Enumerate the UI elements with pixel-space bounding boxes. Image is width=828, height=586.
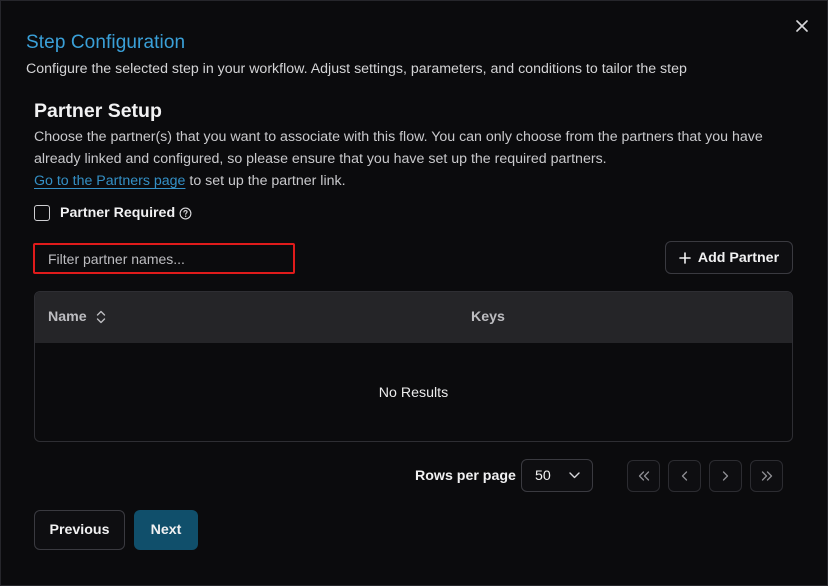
link-suffix-text: to set up the partner link.: [185, 173, 346, 189]
rows-per-page-label: Rows per page: [415, 468, 516, 484]
column-name-label: Name: [48, 309, 87, 325]
add-partner-button[interactable]: Add Partner: [665, 241, 793, 274]
rows-per-page-select[interactable]: 50: [521, 459, 593, 492]
column-header-keys: Keys: [471, 309, 505, 325]
partners-table: Name Keys No Results: [34, 291, 793, 442]
partner-required-label: Partner Required: [60, 205, 176, 221]
no-results-text: No Results: [378, 385, 449, 401]
next-page-icon: [722, 471, 729, 481]
filter-partner-input[interactable]: [48, 250, 293, 267]
table-header: Name Keys: [35, 292, 792, 343]
column-header-name[interactable]: Name: [48, 309, 106, 325]
prev-page-icon: [681, 471, 688, 481]
partners-page-link[interactable]: Go to the Partners page: [34, 173, 185, 189]
table-body: No Results: [35, 343, 792, 441]
close-button[interactable]: [793, 17, 811, 35]
previous-page-button[interactable]: [668, 460, 701, 492]
step-configuration-dialog: Step Configuration Configure the selecte…: [0, 0, 828, 586]
rows-per-page-value: 50: [535, 467, 551, 484]
close-icon: [796, 20, 808, 32]
next-button[interactable]: Next: [134, 510, 198, 550]
section-description: Choose the partner(s) that you want to a…: [34, 126, 794, 192]
next-page-button[interactable]: [709, 460, 742, 492]
first-page-button[interactable]: [627, 460, 660, 492]
partner-required-row: Partner Required: [34, 205, 192, 221]
first-page-icon: [638, 471, 649, 481]
add-partner-label: Add Partner: [697, 249, 780, 266]
last-page-icon: [761, 471, 772, 481]
last-page-button[interactable]: [750, 460, 783, 492]
chevron-down-icon: [569, 472, 580, 479]
section-title: Partner Setup: [34, 100, 162, 122]
dialog-title: Step Configuration: [26, 32, 186, 53]
help-circle-icon[interactable]: [179, 207, 192, 220]
partner-required-checkbox[interactable]: [34, 205, 50, 221]
filter-field: [33, 243, 295, 274]
description-text: Choose the partner(s) that you want to a…: [34, 129, 763, 167]
plus-icon: [679, 251, 691, 264]
sort-updown-icon: [96, 310, 105, 324]
previous-button[interactable]: Previous: [34, 510, 125, 550]
dialog-subtitle: Configure the selected step in your work…: [26, 61, 687, 77]
